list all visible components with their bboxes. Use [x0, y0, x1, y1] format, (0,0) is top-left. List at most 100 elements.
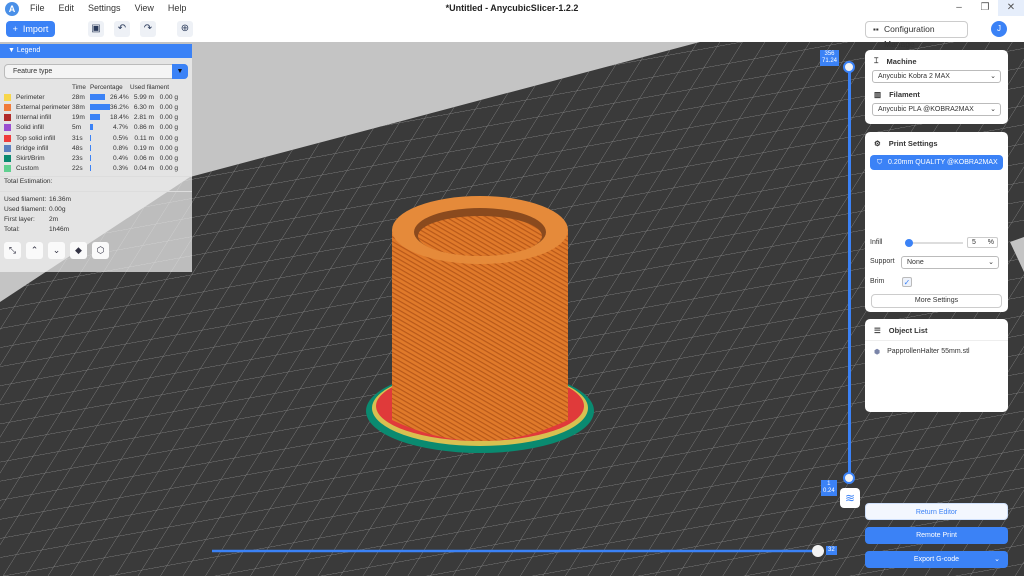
- top-layer-number: 356: [824, 51, 835, 57]
- filament-select[interactable]: Anycubic PLA @KOBRA2MAX ⌄: [872, 103, 1001, 116]
- color-swatch: [4, 124, 11, 132]
- printer-icon: ⌶: [874, 56, 879, 65]
- feature-length: 0.11 m: [134, 134, 154, 142]
- layer-slider-track[interactable]: [848, 66, 851, 478]
- cube-icon: ⬢: [874, 349, 881, 356]
- legend-header[interactable]: ▼ Legend: [0, 44, 192, 58]
- legend-row: Solid infill 5m 4.7% 0.86 m 0.00 g: [0, 123, 192, 133]
- feature-name: Perimeter: [16, 93, 45, 101]
- menu-view[interactable]: View: [135, 3, 154, 13]
- feature-percentage: 0.3%: [112, 165, 128, 173]
- percentage-bar: [90, 134, 110, 142]
- machine-select[interactable]: Anycubic Kobra 2 MAX ⌄: [872, 70, 1001, 83]
- feature-time: 19m: [72, 114, 85, 122]
- configuration-manage-button[interactable]: ▪▪ Configuration Manage: [865, 21, 968, 49]
- export-gcode-button[interactable]: Export G-code ⌄: [865, 551, 1008, 568]
- scale-view-icon[interactable]: ⤡: [4, 242, 21, 259]
- infill-slider[interactable]: [905, 239, 963, 247]
- feature-weight: 0.00 g: [159, 154, 178, 162]
- legend-row: Bridge infill 48s 0.8% 0.19 m 0.00 g: [0, 143, 192, 153]
- maximize-button[interactable]: ❐: [972, 0, 998, 16]
- feature-weight: 0.00 g: [159, 134, 178, 142]
- feature-weight: 0.00 g: [159, 144, 178, 152]
- object-list-header: ☰ Object List: [865, 319, 1008, 341]
- legend-row: Internal infill 19m 18.4% 2.81 m 0.00 g: [0, 113, 192, 123]
- layer-slider-top-handle[interactable]: [843, 61, 855, 73]
- shield-icon: ⛉: [877, 159, 883, 166]
- minimize-button[interactable]: –: [946, 0, 972, 16]
- menu-help[interactable]: Help: [168, 3, 187, 13]
- feature-percentage: 4.7%: [112, 124, 128, 132]
- avatar[interactable]: J: [991, 21, 1007, 37]
- export-label: Export G-code: [913, 556, 960, 563]
- chevron-down-icon[interactable]: ⌄: [994, 551, 1000, 568]
- app-logo: A: [5, 2, 19, 16]
- print-settings-panel: ⚙ Print Settings ⛉ 0.20mm QUALITY @KOBRA2M…: [865, 132, 1008, 312]
- header-time: Time: [72, 83, 86, 91]
- infill-label: Infill: [870, 239, 883, 246]
- infill-input[interactable]: 5%: [967, 237, 998, 248]
- percentage-bar: [90, 114, 110, 121]
- summary-row: First layer: 2m: [4, 216, 59, 224]
- machine-panel: ⌶ Machine Anycubic Kobra 2 MAX ⌄ ▥ Filament…: [865, 50, 1008, 124]
- legend-type-value: Feature type: [13, 68, 53, 75]
- top-layer-height: 71.24: [822, 58, 838, 64]
- import-button[interactable]: + Import: [6, 21, 55, 37]
- layers-icon[interactable]: ≋: [840, 488, 860, 508]
- feature-time: 5m: [72, 124, 82, 132]
- feature-weight: 0.00 g: [159, 93, 178, 101]
- percentage-bar: [90, 154, 110, 162]
- object-list-panel: ☰ Object List ⬢ PapprollenHalter 55mm.stl: [865, 319, 1008, 412]
- feature-weight: 0.00 g: [159, 114, 178, 122]
- undo-icon[interactable]: ↶: [114, 21, 130, 37]
- feature-length: 2.81 m: [133, 114, 154, 122]
- close-button[interactable]: ✕: [998, 0, 1024, 16]
- feature-percentage: 0.8%: [112, 144, 128, 152]
- summary-row: Used filament: 0.00g: [4, 206, 66, 214]
- feature-percentage: 0.4%: [112, 154, 128, 162]
- feature-weight: 0.00 g: [159, 103, 178, 111]
- top-layer-icon[interactable]: ⌃: [26, 242, 43, 259]
- solid-cube-icon[interactable]: ◆: [70, 242, 87, 259]
- feature-name: Solid infill: [16, 124, 44, 132]
- menu-bar: File Edit Settings View Help: [30, 3, 186, 13]
- more-settings-button[interactable]: More Settings: [871, 294, 1002, 308]
- machine-header: ⌶ Machine: [874, 56, 917, 66]
- infill-slider-handle[interactable]: [905, 239, 913, 247]
- menu-file[interactable]: File: [30, 3, 45, 13]
- total-estimation-label: Total Estimation:: [0, 175, 192, 188]
- quality-preset[interactable]: ⛉ 0.20mm QUALITY @KOBRA2MAX: [870, 155, 1003, 170]
- target-icon[interactable]: ⊕: [177, 21, 193, 37]
- support-select[interactable]: None ⌄: [901, 256, 999, 269]
- feature-name: Custom: [16, 165, 39, 173]
- color-swatch: [4, 103, 11, 111]
- remote-print-button[interactable]: Remote Print: [865, 527, 1008, 544]
- menu-edit[interactable]: Edit: [59, 3, 75, 13]
- sliced-model[interactable]: [366, 196, 594, 453]
- feature-percentage: 36.2%: [110, 103, 129, 111]
- brim-checkbox[interactable]: ✓: [902, 277, 912, 287]
- percentage-bar: [90, 103, 110, 111]
- menu-settings[interactable]: Settings: [88, 3, 121, 13]
- filament-icon: ▥: [874, 90, 882, 99]
- feature-time: 31s: [72, 134, 83, 142]
- title-bar: A File Edit Settings View Help *Untitled…: [0, 0, 1024, 49]
- grid-icon: ▪▪: [873, 25, 879, 34]
- wire-cube-icon[interactable]: ⬡: [92, 242, 109, 259]
- color-swatch: [4, 114, 11, 122]
- layer-slider-bottom-handle[interactable]: [843, 472, 855, 484]
- chevron-down-icon: ⌄: [990, 106, 996, 113]
- chevron-down-icon: ⌄: [990, 73, 996, 80]
- return-editor-button[interactable]: Return Editor: [865, 503, 1008, 520]
- bottom-layer-icon[interactable]: ⌄: [48, 242, 65, 259]
- chevron-down-icon: ▼: [172, 64, 188, 79]
- legend-type-select[interactable]: Feature type ▼: [4, 64, 188, 79]
- legend-row: Perimeter 28m 26.4% 5.99 m 0.00 g: [0, 92, 192, 102]
- horizontal-slider-handle[interactable]: [812, 545, 824, 557]
- redo-icon[interactable]: ↷: [140, 21, 156, 37]
- bottom-layer-label: 1 0.24: [821, 480, 837, 496]
- save-icon[interactable]: ▣: [88, 21, 104, 37]
- legend-row: Skirt/Brim 23s 0.4% 0.06 m 0.00 g: [0, 153, 192, 163]
- list-item[interactable]: ⬢ PapprollenHalter 55mm.stl: [865, 341, 1008, 356]
- color-swatch: [4, 144, 11, 152]
